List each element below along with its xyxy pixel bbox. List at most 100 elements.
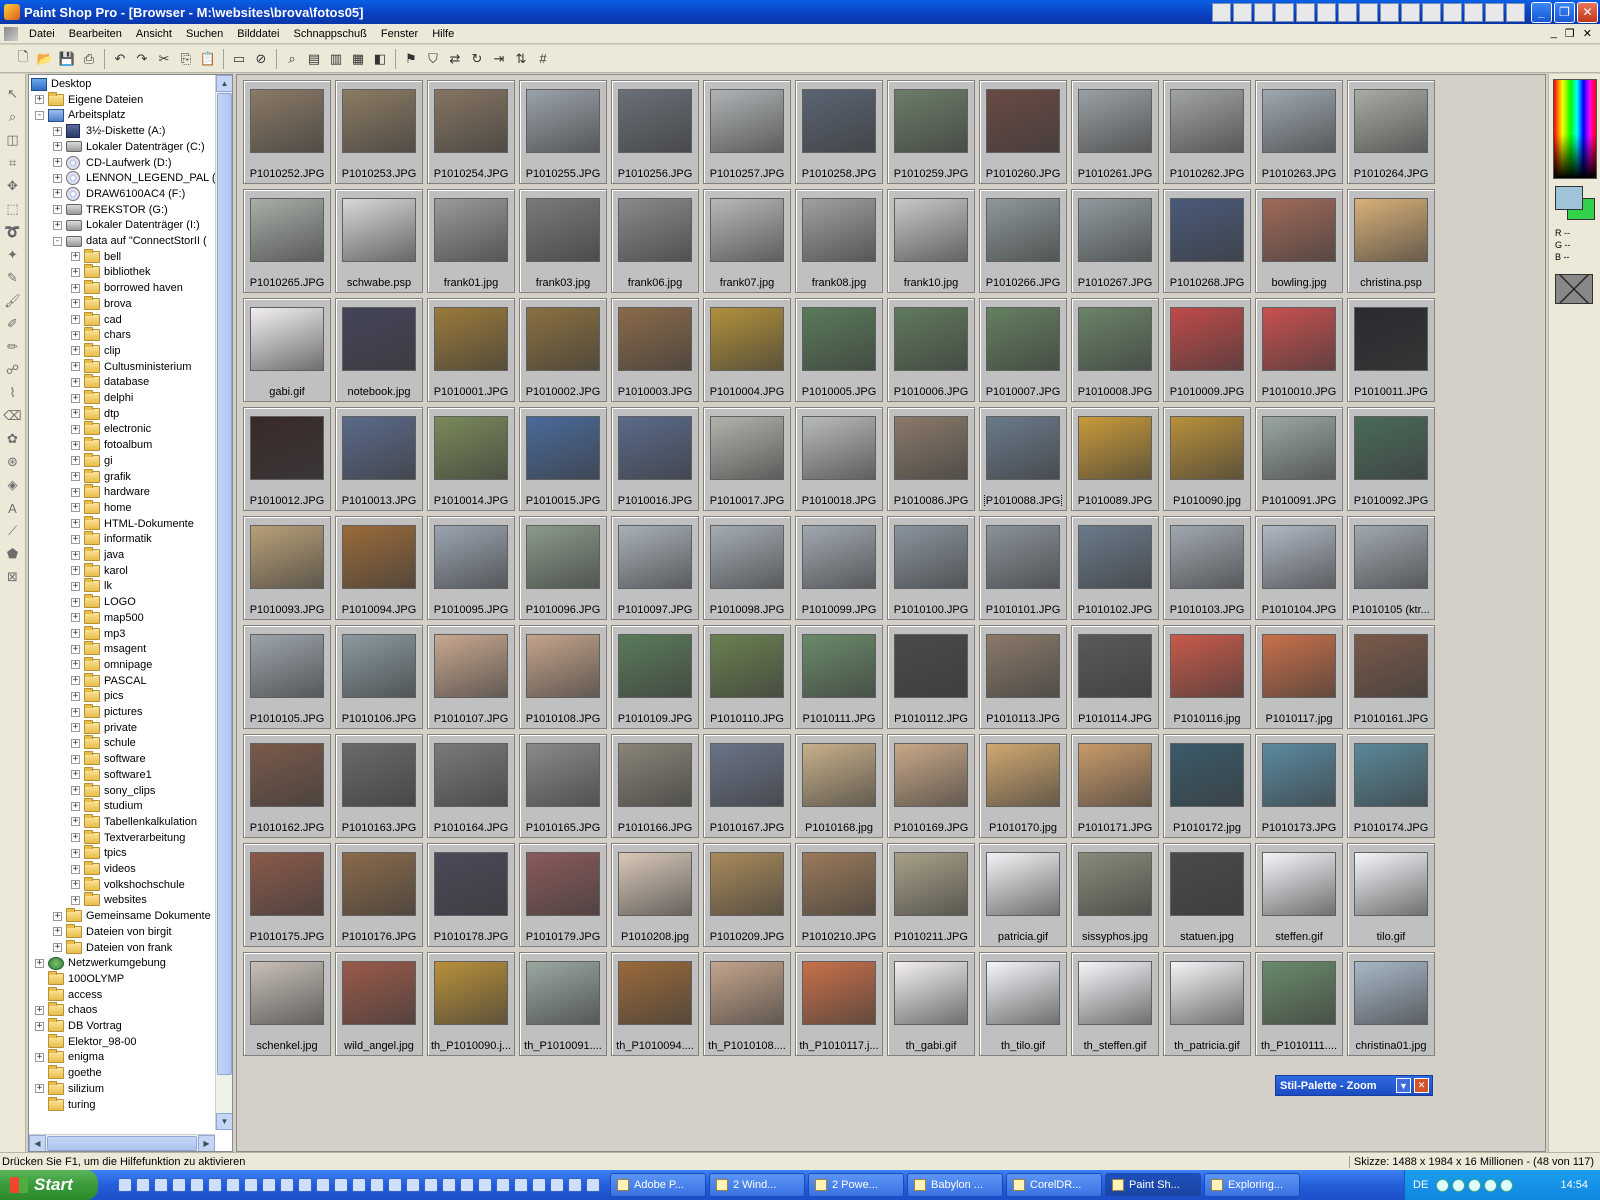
tree-item[interactable]: + enigma	[35, 1049, 104, 1065]
thumbnail[interactable]: P1010258.JPG	[795, 80, 883, 184]
menu-fenster[interactable]: Fenster	[374, 28, 425, 40]
thumbnail[interactable]: P1010208.jpg	[611, 843, 699, 947]
thumbnail[interactable]: P1010265.JPG	[243, 189, 331, 293]
expand-icon[interactable]: +	[71, 613, 80, 623]
thumbnail[interactable]: th_P1010117.j...	[795, 952, 883, 1056]
thumbnail[interactable]: P1010092.JPG	[1347, 407, 1435, 511]
thumbnail[interactable]: P1010173.JPG	[1255, 734, 1343, 838]
open-folder-icon[interactable]: 📂	[34, 48, 56, 70]
draw-tool-icon[interactable]: ⟋	[3, 521, 23, 541]
app-shortcut-icon[interactable]	[1296, 2, 1315, 22]
expand-icon[interactable]: +	[71, 534, 80, 544]
thumbnail[interactable]: P1010175.JPG	[243, 843, 331, 947]
thumbnail[interactable]: P1010176.JPG	[335, 843, 423, 947]
expand-icon[interactable]: +	[53, 173, 62, 183]
cut-icon[interactable]: ✂	[153, 48, 175, 70]
menu-hilfe[interactable]: Hilfe	[425, 28, 461, 40]
expand-icon[interactable]: +	[71, 393, 80, 403]
tree-item[interactable]: + tpics	[71, 845, 127, 861]
quick-launch-icon[interactable]	[262, 1178, 276, 1192]
tree-item[interactable]: + software1	[71, 766, 152, 783]
app-shortcut-icon[interactable]	[1359, 2, 1378, 22]
quick-launch-icon[interactable]	[190, 1178, 204, 1192]
tree-item[interactable]: + delphi	[71, 390, 133, 406]
deform-tool-icon[interactable]: ◫	[3, 130, 23, 150]
thumbnail[interactable]: P1010259.JPG	[887, 80, 975, 184]
thumbnail[interactable]: P1010103.JPG	[1163, 516, 1251, 620]
thumbnail[interactable]: P1010261.JPG	[1071, 80, 1159, 184]
thumbnail[interactable]: P1010163.JPG	[335, 734, 423, 838]
move-tool-icon[interactable]: ✥	[3, 176, 23, 196]
tree-item[interactable]: + gi	[71, 452, 113, 469]
tree-item[interactable]: + chaos	[35, 1002, 97, 1018]
expand-icon[interactable]: +	[71, 377, 80, 387]
thumbnail[interactable]: P1010107.JPG	[427, 625, 515, 729]
text-tool-icon[interactable]: A	[3, 498, 23, 518]
expand-icon[interactable]: +	[71, 550, 80, 560]
menu-bilddatei[interactable]: Bilddatei	[230, 28, 286, 40]
thumbnail[interactable]: P1010086.JPG	[887, 407, 975, 511]
thumbnail[interactable]: P1010096.JPG	[519, 516, 607, 620]
undo-icon[interactable]: ↶	[109, 48, 131, 70]
thumbnail[interactable]: P1010012.JPG	[243, 407, 331, 511]
thumbnail[interactable]: statuen.jpg	[1163, 843, 1251, 947]
thumbnail[interactable]: P1010017.JPG	[703, 407, 791, 511]
document-restore-icon[interactable]: ❐	[1565, 27, 1575, 40]
thumbnail[interactable]: P1010178.JPG	[427, 843, 515, 947]
thumbnail[interactable]: P1010264.JPG	[1347, 80, 1435, 184]
thumbnail[interactable]: P1010114.JPG	[1071, 625, 1159, 729]
flood-fill-icon[interactable]: ◈	[3, 475, 23, 495]
start-button[interactable]: Start	[0, 1170, 98, 1200]
expand-icon[interactable]: +	[53, 220, 62, 230]
quick-launch-icon[interactable]	[406, 1178, 420, 1192]
quick-launch-icon[interactable]	[316, 1178, 330, 1192]
eraser-icon[interactable]: ⌫	[3, 406, 23, 426]
expand-icon[interactable]: +	[35, 1052, 44, 1062]
thumbnail[interactable]: th_P1010091....	[519, 952, 607, 1056]
quick-launch-icon[interactable]	[370, 1178, 384, 1192]
expand-icon[interactable]: +	[53, 911, 62, 921]
thumbnail[interactable]: P1010268.JPG	[1163, 189, 1251, 293]
thumbnail[interactable]: schwabe.psp	[335, 189, 423, 293]
minimize-button[interactable]: _	[1531, 1, 1552, 23]
quick-launch-icon[interactable]	[550, 1178, 564, 1192]
quick-launch-icon[interactable]	[352, 1178, 366, 1192]
thumbnail[interactable]: P1010108.JPG	[519, 625, 607, 729]
thumbnail[interactable]: frank07.jpg	[703, 189, 791, 293]
expand-icon[interactable]: +	[71, 409, 80, 419]
document-close-icon[interactable]: ✕	[1583, 27, 1592, 40]
arrow-tool-icon[interactable]: ↖	[3, 84, 23, 104]
object-selector-icon[interactable]: ⊠	[3, 567, 23, 587]
thumbnail[interactable]: P1010095.JPG	[427, 516, 515, 620]
tree-item[interactable]: + Dateien von frank	[53, 939, 172, 956]
thumbnail[interactable]: P1010099.JPG	[795, 516, 883, 620]
thumbnail[interactable]: P1010015.JPG	[519, 407, 607, 511]
thumbnail[interactable]: P1010252.JPG	[243, 80, 331, 184]
color-spectrum[interactable]	[1553, 79, 1597, 179]
tree-item[interactable]: + Eigene Dateien	[35, 91, 143, 108]
expand-icon[interactable]: +	[53, 205, 62, 215]
restore-button[interactable]: ❐	[1554, 1, 1575, 23]
expand-icon[interactable]: +	[71, 660, 80, 670]
thumbnail[interactable]: P1010109.JPG	[611, 625, 699, 729]
thumbnail[interactable]: wild_angel.jpg	[335, 952, 423, 1056]
tree-item[interactable]: + java	[71, 547, 124, 563]
expand-icon[interactable]: +	[71, 283, 80, 293]
app-shortcut-icon[interactable]	[1443, 2, 1462, 22]
toolbar-toggle-icon[interactable]: ▤	[303, 48, 325, 70]
collapse-icon[interactable]: -	[35, 110, 44, 120]
thumbnail[interactable]: frank06.jpg	[611, 189, 699, 293]
paintbrush-icon[interactable]: 🖌	[3, 291, 23, 311]
thumbnail[interactable]: frank03.jpg	[519, 189, 607, 293]
expand-icon[interactable]: +	[71, 487, 80, 497]
tree-item[interactable]: + dtp	[71, 405, 119, 422]
thumbnail[interactable]: P1010104.JPG	[1255, 516, 1343, 620]
tree-item[interactable]: + DB Vortrag	[35, 1018, 122, 1034]
thumbnail[interactable]: P1010003.JPG	[611, 298, 699, 402]
stop-icon[interactable]: ⊘	[250, 48, 272, 70]
thumbnail[interactable]: P1010210.JPG	[795, 843, 883, 947]
preset-shapes-icon[interactable]: ⬟	[3, 544, 23, 564]
document-menu-icon[interactable]	[4, 26, 18, 41]
thumbnail[interactable]: P1010116.jpg	[1163, 625, 1251, 729]
thumbnail[interactable]: P1010254.JPG	[427, 80, 515, 184]
